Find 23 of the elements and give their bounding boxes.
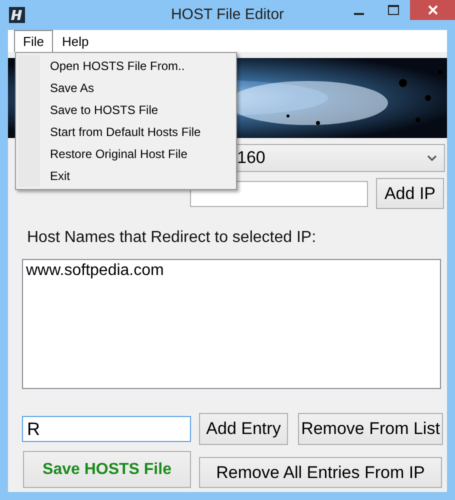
close-icon	[428, 5, 438, 15]
menu-option[interactable]: Save to HOSTS File	[16, 99, 236, 121]
save-button[interactable]: Save HOSTS File	[23, 451, 191, 488]
remove-all-button[interactable]: Remove All Entries From IP	[199, 457, 442, 488]
maximize-icon	[388, 5, 398, 15]
entry-field[interactable]: R	[22, 416, 191, 442]
list-item[interactable]: www.softpedia.com	[26, 262, 437, 280]
add-entry-button[interactable]: Add Entry	[199, 413, 288, 445]
window-title: HOST File Editor	[170, 6, 284, 23]
minimize-icon	[354, 13, 364, 15]
remove-from-list-button[interactable]: Remove From List	[298, 413, 443, 445]
chevron-icon	[427, 154, 437, 162]
hostnames-list[interactable]: www.softpedia.com	[22, 259, 441, 389]
add-ip-button[interactable]: Add IP	[376, 178, 444, 209]
menu-item[interactable]: File	[14, 30, 53, 52]
menu-option[interactable]: Open HOSTS File From..	[16, 55, 236, 77]
menu-option[interactable]: Save As	[16, 77, 236, 99]
close-button[interactable]	[410, 0, 455, 20]
menu-option[interactable]: Start from Default Hosts File	[16, 121, 236, 143]
menu-item[interactable]: Help	[52, 30, 98, 52]
app-icon	[9, 7, 25, 23]
hostnames-label: Host Names that Redirect to selected IP:	[27, 229, 318, 247]
ip-field[interactable]	[190, 180, 368, 206]
